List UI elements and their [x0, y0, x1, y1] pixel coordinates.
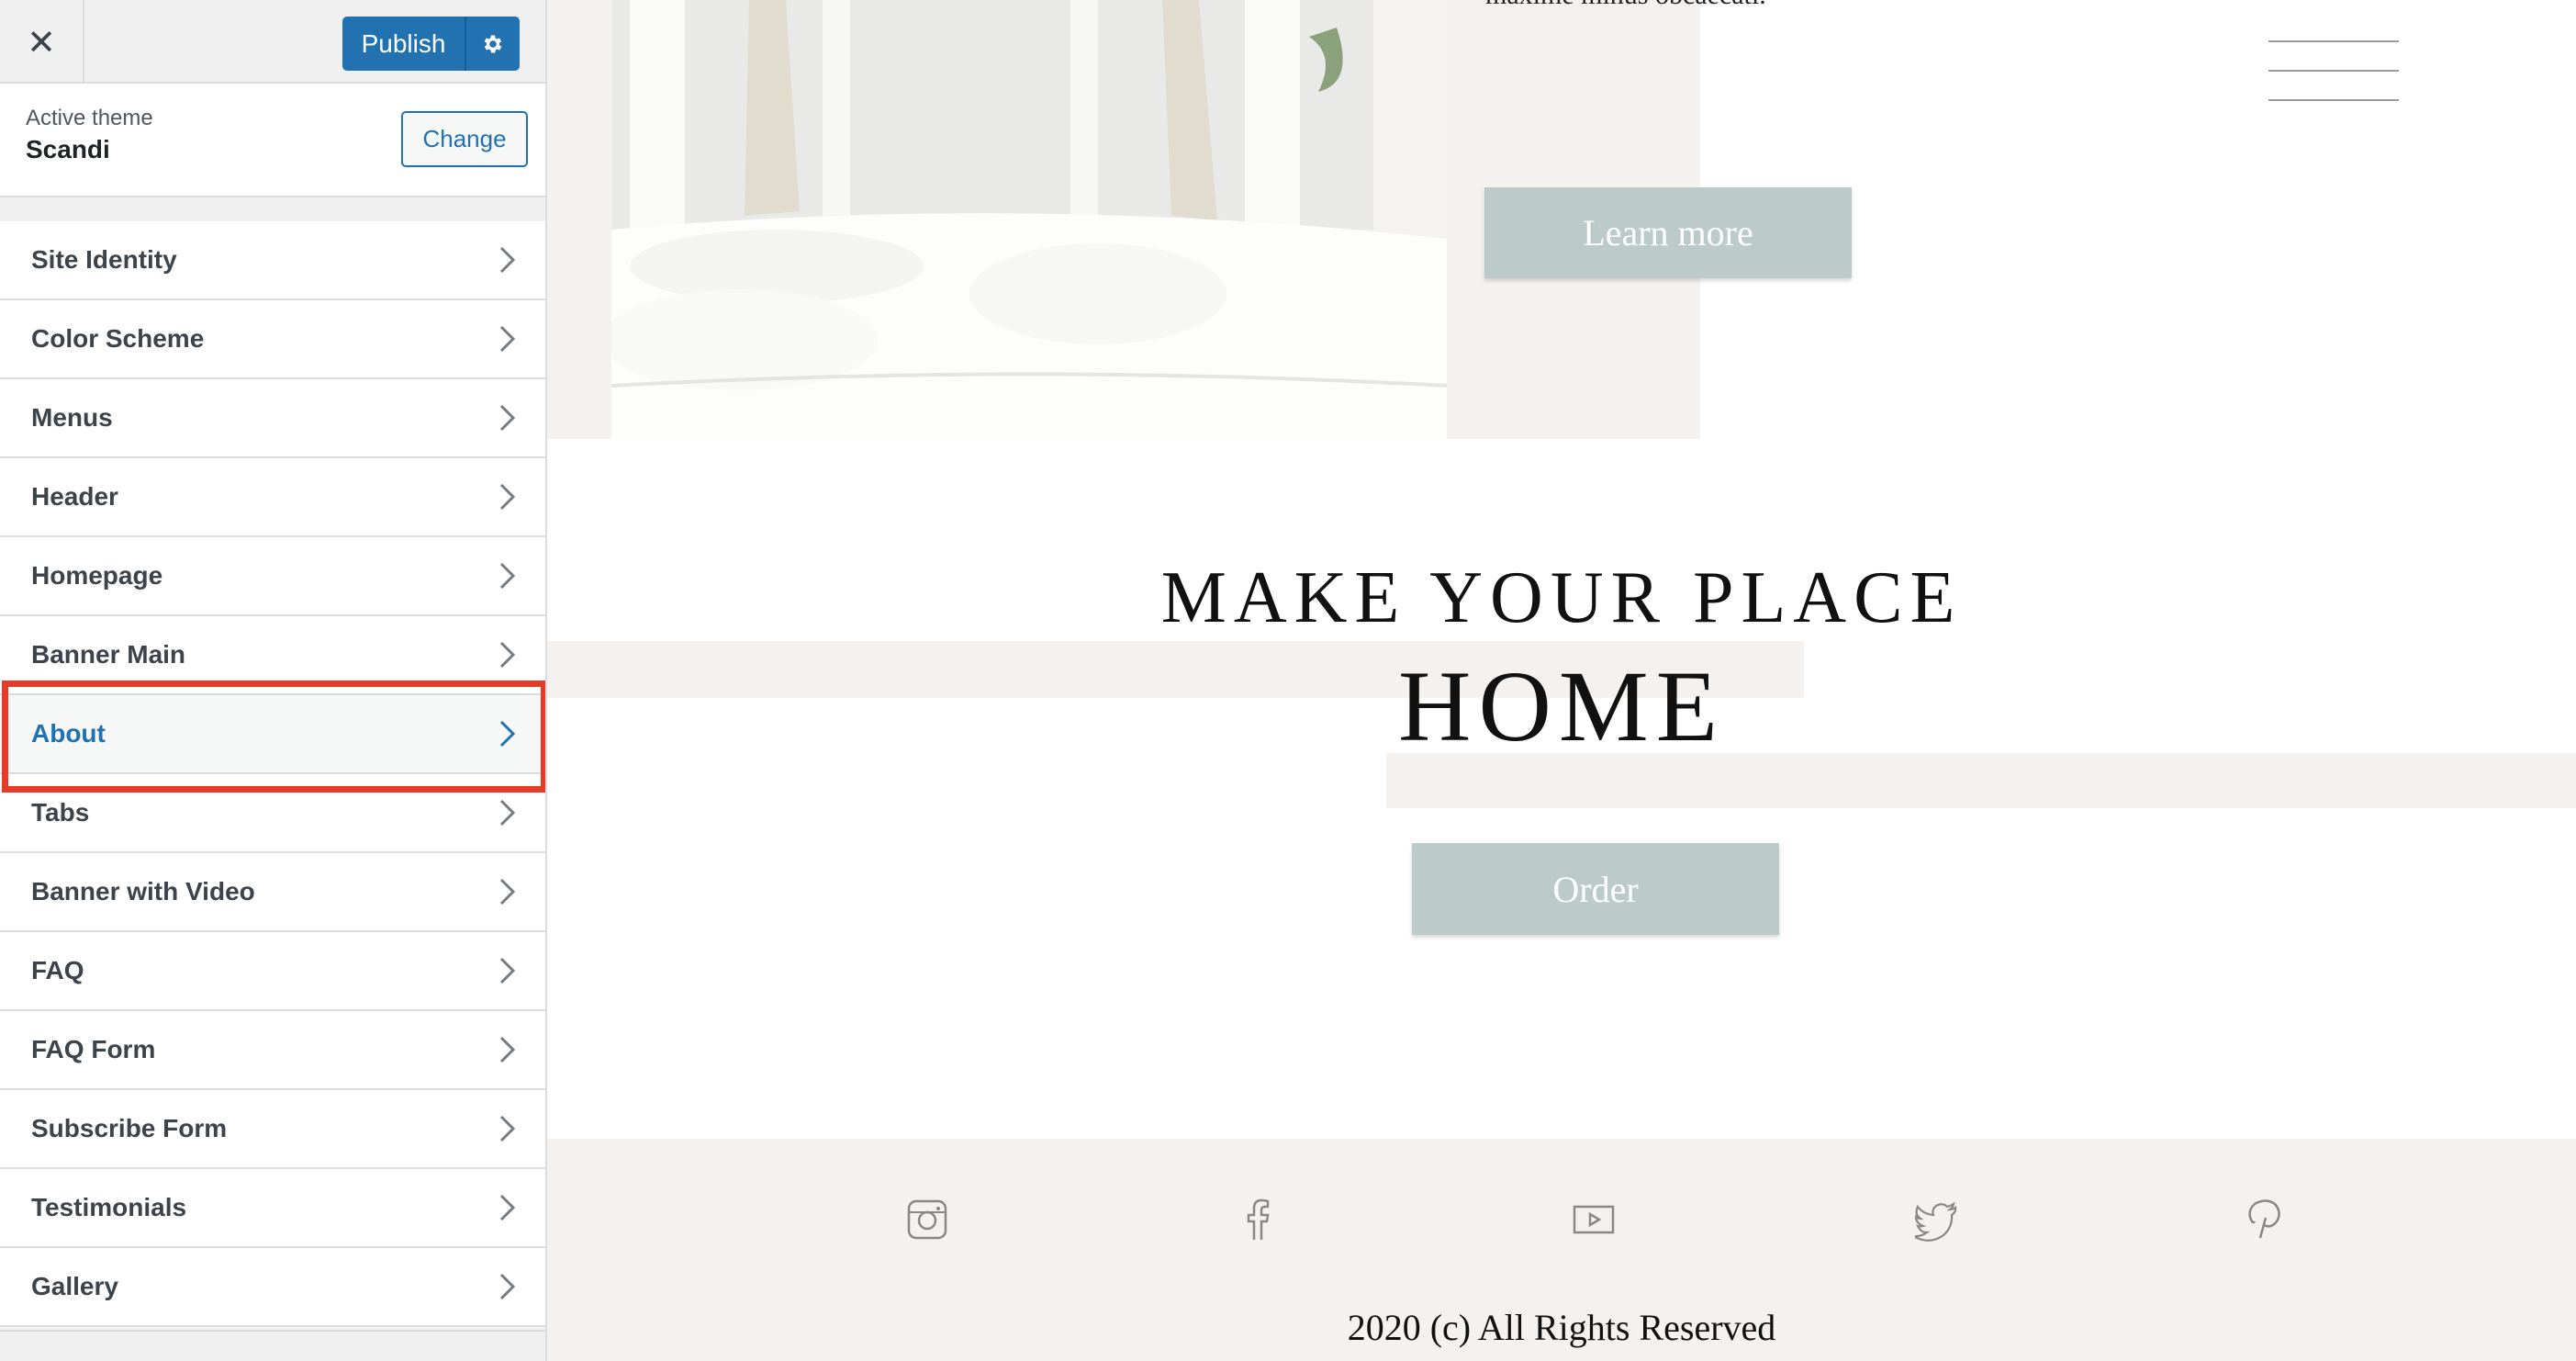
publish-button-group: Publish	[342, 17, 520, 71]
sidebar-item-site-identity[interactable]: Site Identity	[0, 221, 545, 300]
customizer-sidebar: ✕ Publish Active theme Scandi Change Sit…	[0, 0, 547, 1361]
chevron-right-icon	[499, 1273, 516, 1300]
close-icon: ✕	[27, 21, 56, 62]
chevron-right-icon	[499, 562, 516, 590]
sidebar-item-testimonials[interactable]: Testimonials	[0, 1169, 545, 1248]
chevron-right-icon	[499, 641, 516, 669]
sidebar-item-label: Homepage	[31, 561, 163, 590]
sidebar-item-tabs[interactable]: Tabs	[0, 774, 545, 853]
publish-button[interactable]: Publish	[342, 17, 465, 71]
sidebar-item-banner-main[interactable]: Banner Main	[0, 616, 545, 695]
active-theme-label: Active theme	[26, 106, 153, 130]
active-theme-panel: Active theme Scandi Change	[0, 84, 545, 197]
sidebar-item-label: About	[31, 719, 106, 748]
chevron-right-icon	[499, 483, 516, 511]
sidebar-item-label: Banner Main	[31, 640, 186, 669]
sidebar-item-subscribe-form[interactable]: Subscribe Form	[0, 1090, 545, 1169]
site-footer: 2020 (c) All Rights Reserved	[547, 1139, 2576, 1361]
close-button[interactable]: ✕	[0, 0, 84, 84]
chevron-right-icon	[499, 246, 516, 274]
pinterest-icon[interactable]	[2242, 1198, 2286, 1242]
sidebar-item-about[interactable]: About	[0, 695, 545, 774]
publish-settings-button[interactable]	[465, 17, 520, 71]
customizer-header: ✕ Publish	[0, 0, 545, 84]
chevron-right-icon	[499, 957, 516, 984]
menu-hamburger-icon[interactable]	[2268, 40, 2399, 105]
sidebar-item-gallery[interactable]: Gallery	[0, 1248, 545, 1327]
hero-body-text: maxime minus obcaecati.	[1485, 0, 1766, 11]
sidebar-item-label: FAQ Form	[31, 1035, 156, 1063]
order-button[interactable]: Order	[1412, 843, 1779, 935]
headline-line2: HOME	[1398, 650, 1725, 762]
gear-icon	[484, 34, 502, 53]
site-preview: maxime minus obcaecati. Learn more MAKE …	[547, 0, 2576, 1361]
chevron-right-icon	[499, 878, 516, 905]
copyright-text: 2020 (c) All Rights Reserved	[1347, 1307, 1776, 1348]
chevron-right-icon	[499, 1194, 516, 1221]
headline-line1: MAKE YOUR PLACE	[1160, 557, 1963, 638]
active-theme-name: Scandi	[26, 135, 110, 163]
youtube-icon[interactable]	[1572, 1198, 1616, 1242]
sidebar-item-homepage[interactable]: Homepage	[0, 537, 545, 616]
customizer-footer	[0, 1330, 545, 1361]
sidebar-item-faq-form[interactable]: FAQ Form	[0, 1011, 545, 1090]
sidebar-item-color-scheme[interactable]: Color Scheme	[0, 300, 545, 379]
sidebar-item-label: Banner with Video	[31, 877, 255, 905]
sidebar-item-label: Color Scheme	[31, 324, 205, 353]
chevron-right-icon	[499, 799, 516, 827]
learn-more-button[interactable]: Learn more	[1484, 187, 1852, 278]
sidebar-item-label: Gallery	[31, 1272, 118, 1300]
sidebar-item-label: Menus	[31, 403, 113, 432]
chevron-right-icon	[499, 1115, 516, 1142]
customizer-menu: Site Identity Color Scheme Menus Header Home…	[0, 221, 545, 1327]
sidebar-item-label: Testimonials	[31, 1193, 187, 1221]
bedroom-photo	[611, 0, 1447, 439]
sidebar-item-label: Site Identity	[31, 245, 177, 274]
sidebar-item-label: FAQ	[31, 956, 84, 984]
chevron-right-icon	[499, 404, 516, 432]
sidebar-item-menus[interactable]: Menus	[0, 379, 545, 458]
sidebar-item-label: Subscribe Form	[31, 1114, 228, 1142]
sidebar-item-header[interactable]: Header	[0, 458, 545, 537]
twitter-icon[interactable]	[1915, 1198, 1959, 1242]
chevron-right-icon	[499, 1036, 516, 1063]
sidebar-item-label: Header	[31, 482, 118, 511]
sidebar-item-faq[interactable]: FAQ	[0, 932, 545, 1011]
chevron-right-icon	[499, 720, 516, 748]
sidebar-item-label: Tabs	[31, 798, 90, 827]
change-theme-button[interactable]: Change	[401, 111, 528, 167]
sidebar-item-banner-with-video[interactable]: Banner with Video	[0, 853, 545, 932]
chevron-right-icon	[499, 325, 516, 353]
instagram-icon[interactable]	[905, 1198, 949, 1242]
facebook-icon[interactable]	[1236, 1198, 1280, 1242]
